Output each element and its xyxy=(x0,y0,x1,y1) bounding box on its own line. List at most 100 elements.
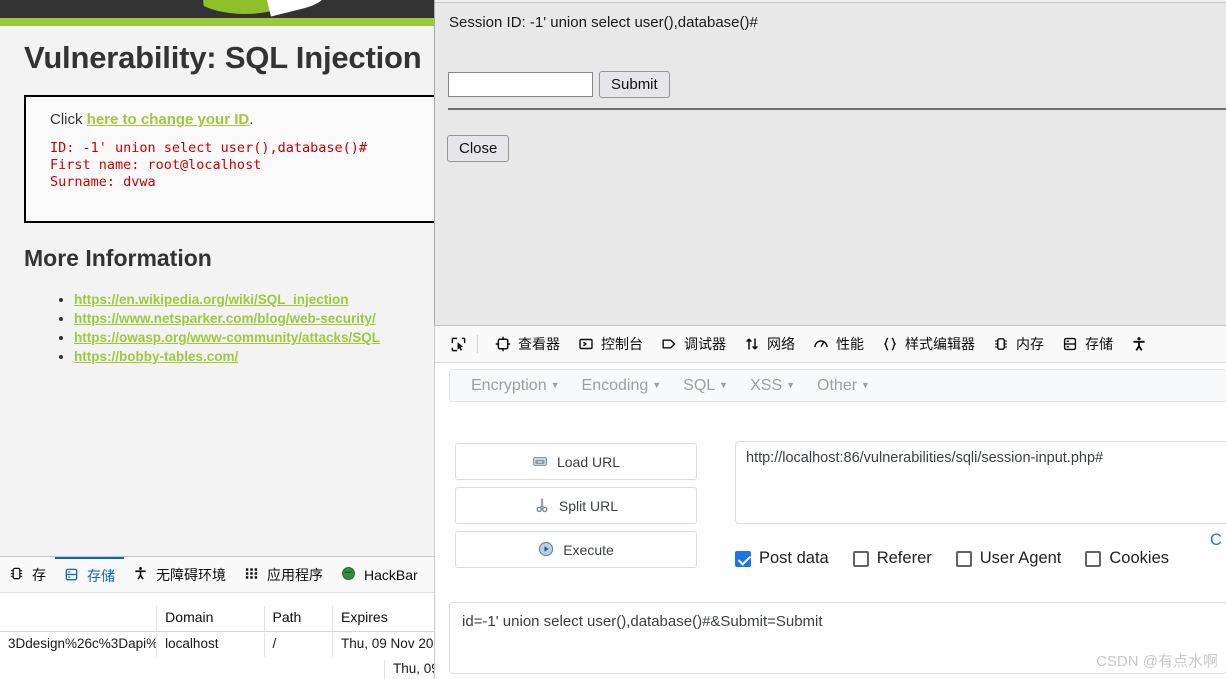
dialog-divider xyxy=(448,108,1226,110)
dialog-title-strip xyxy=(435,0,1226,3)
cookie-table-header: Domain Path Expires xyxy=(0,606,436,632)
column-header-path[interactable]: Path xyxy=(263,606,333,631)
checkbox-checked-icon xyxy=(735,550,751,567)
chevron-down-icon: ▼ xyxy=(786,379,796,390)
dvwa-logo-swoosh-icon xyxy=(266,0,326,17)
url-input[interactable] xyxy=(735,441,1226,524)
info-link-wikipedia[interactable]: https://en.wikipedia.org/wiki/SQL_inject… xyxy=(74,292,349,307)
chevron-down-icon: ▼ xyxy=(550,379,560,390)
list-item: https://owasp.org/www-community/attacks/… xyxy=(74,328,380,347)
menu-label: Other xyxy=(817,376,858,394)
tab-inspector[interactable]: 查看器 xyxy=(486,329,569,359)
tab-label: 存储 xyxy=(1085,336,1113,352)
execute-button[interactable]: Execute xyxy=(455,531,697,568)
tab-label: 网络 xyxy=(767,336,795,352)
cell-domain: localhost xyxy=(156,633,263,657)
split-url-button[interactable]: Split URL xyxy=(455,487,697,524)
menu-sql[interactable]: SQL ▼ xyxy=(672,377,739,395)
checkbox-unchecked-icon xyxy=(955,550,972,567)
tab-memory[interactable]: 存 xyxy=(0,557,55,592)
tab-hackbar[interactable]: HackBar xyxy=(332,557,427,592)
menu-encryption[interactable]: Encryption ▼ xyxy=(460,377,571,395)
tab-storage[interactable]: 存储 xyxy=(55,557,124,592)
column-header-name[interactable] xyxy=(0,606,156,631)
checkbox-label: User Agent xyxy=(979,549,1062,567)
button-label: Load URL xyxy=(556,453,621,470)
checkbox-label: Post data xyxy=(759,549,829,567)
tab-storage[interactable]: 存储 xyxy=(1053,329,1122,359)
request-options-group: Post data Referer User Agent Cookies xyxy=(735,549,1193,568)
checkbox-unchecked-icon xyxy=(1085,550,1102,567)
column-header-expires[interactable]: Expires xyxy=(332,606,436,631)
screenshot-root: Vulnerability: SQL Injection Click here … xyxy=(0,0,1226,679)
checkbox-cookies[interactable]: Cookies xyxy=(1085,549,1169,568)
left-devtools-tabstrip: 存 存储 无障碍环境 应用程序 HackBar xyxy=(0,557,436,593)
tab-memory[interactable]: 内存 xyxy=(984,329,1053,359)
clear-link[interactable]: C xyxy=(1210,531,1222,550)
toolbar-divider xyxy=(477,335,478,353)
checkbox-referer[interactable]: Referer xyxy=(852,549,932,568)
hackbar-icon xyxy=(341,566,358,583)
close-button[interactable]: Close xyxy=(447,135,510,162)
tab-network[interactable]: 网络 xyxy=(735,329,804,359)
tab-style-editor[interactable]: 样式编辑器 xyxy=(873,329,984,359)
tab-label: 性能 xyxy=(836,336,864,352)
menu-label: XSS xyxy=(750,376,783,394)
session-id-input[interactable] xyxy=(448,72,593,97)
submit-button[interactable]: Submit xyxy=(599,71,670,98)
change-id-link[interactable]: here to change your ID xyxy=(87,111,250,128)
console-icon xyxy=(578,336,595,353)
checkbox-post-data[interactable]: Post data xyxy=(735,549,829,568)
cell-empty xyxy=(0,660,384,679)
table-row[interactable]: 3Ddesign%26c%3Dapi%2... localhost / Thu,… xyxy=(0,633,436,657)
tab-application[interactable]: 应用程序 xyxy=(235,557,332,592)
button-label: Split URL xyxy=(558,497,619,514)
element-picker-icon[interactable] xyxy=(445,331,471,357)
click-prefix-text: Click xyxy=(50,111,87,128)
more-information-list: https://en.wikipedia.org/wiki/SQL_inject… xyxy=(50,290,380,366)
session-id-label: Session ID: -1' union select user(),data… xyxy=(449,14,758,31)
load-url-icon xyxy=(532,453,549,470)
storage-icon xyxy=(64,567,81,584)
tab-accessibility[interactable] xyxy=(1122,329,1163,359)
list-item: https://www.netsparker.com/blog/web-secu… xyxy=(74,309,380,328)
accessibility-icon xyxy=(1131,336,1148,353)
tab-debugger[interactable]: 调试器 xyxy=(652,329,735,359)
cell-expires: Thu, 09 Nov 2023 0... xyxy=(332,633,436,657)
button-label: Execute xyxy=(563,541,614,558)
column-header-domain[interactable]: Domain xyxy=(156,606,263,631)
chevron-down-icon: ▼ xyxy=(652,379,662,390)
page-title: Vulnerability: SQL Injection xyxy=(24,40,422,75)
hackbar-panel: Encryption ▼ Encoding ▼ SQL ▼ XSS ▼ Other ▼ L… xyxy=(435,363,1226,679)
checkbox-label: Referer xyxy=(876,549,932,567)
tab-accessibility[interactable]: 无障碍环境 xyxy=(124,557,235,592)
style-editor-icon xyxy=(882,336,899,353)
performance-icon xyxy=(813,336,830,353)
menu-other[interactable]: Other ▼ xyxy=(806,377,881,395)
chevron-down-icon: ▼ xyxy=(719,379,729,390)
devtools-panel: 查看器 控制台 调试器 网络 性能 样式编辑器 内存 存储 Encryption… xyxy=(434,325,1226,679)
menu-label: Encryption xyxy=(471,376,547,394)
chevron-down-icon: ▼ xyxy=(861,379,870,390)
checkbox-user-agent[interactable]: User Agent xyxy=(955,549,1062,568)
tab-label: 内存 xyxy=(1016,336,1044,352)
info-link-owasp[interactable]: https://owasp.org/www-community/attacks/… xyxy=(74,330,380,345)
accessibility-icon xyxy=(133,566,150,583)
menu-encoding[interactable]: Encoding ▼ xyxy=(571,377,673,395)
hackbar-menubar: Encryption ▼ Encoding ▼ SQL ▼ XSS ▼ Other ▼ xyxy=(449,369,1226,402)
menu-xss[interactable]: XSS ▼ xyxy=(739,377,806,395)
devtools-toolbar: 查看器 控制台 调试器 网络 性能 样式编辑器 内存 存储 xyxy=(435,326,1226,363)
load-url-button[interactable]: Load URL xyxy=(455,443,697,480)
info-link-netsparker[interactable]: https://www.netsparker.com/blog/web-secu… xyxy=(74,311,376,326)
info-link-bobbytables[interactable]: https://bobby-tables.com/ xyxy=(74,349,238,364)
cell-name: 3Ddesign%26c%3Dapi%2... xyxy=(8,636,156,651)
execute-icon xyxy=(538,541,555,558)
split-url-icon xyxy=(534,497,551,514)
tab-performance[interactable]: 性能 xyxy=(804,329,873,359)
memory-icon xyxy=(993,336,1010,353)
tab-label: 控制台 xyxy=(601,336,643,352)
menu-label: SQL xyxy=(683,376,716,394)
menu-label: Encoding xyxy=(581,376,649,394)
click-suffix-text: . xyxy=(249,111,254,128)
tab-console[interactable]: 控制台 xyxy=(569,329,652,359)
